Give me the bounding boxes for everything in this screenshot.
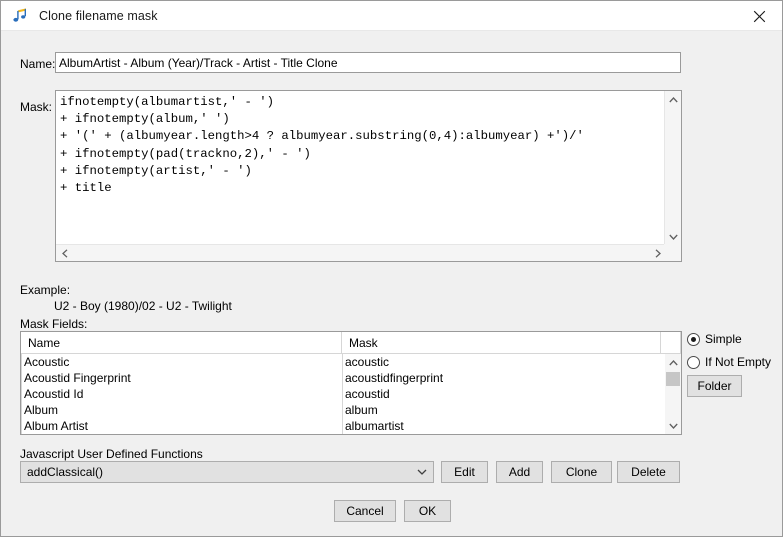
music-note-icon bbox=[12, 7, 30, 25]
cell-name: Album bbox=[21, 402, 342, 418]
udf-select[interactable]: addClassical() bbox=[20, 461, 434, 483]
mask-vertical-scrollbar[interactable] bbox=[664, 91, 681, 245]
ok-button[interactable]: OK bbox=[404, 500, 451, 522]
cancel-button[interactable]: Cancel bbox=[334, 500, 396, 522]
radio-if-not-empty[interactable]: If Not Empty bbox=[687, 355, 771, 369]
window-title: Clone filename mask bbox=[39, 8, 158, 23]
table-row[interactable]: Album Artist albumartist bbox=[21, 418, 665, 434]
cell-name: Acoustid Id bbox=[21, 386, 342, 402]
cell-mask: acoustid bbox=[342, 386, 662, 402]
column-header-mask[interactable]: Mask bbox=[342, 332, 661, 354]
scrollbar-corner bbox=[664, 244, 681, 261]
column-header-spacer bbox=[661, 332, 681, 354]
radio-simple[interactable]: Simple bbox=[687, 332, 742, 346]
table-row[interactable]: Album album bbox=[21, 402, 665, 418]
udf-label: Javascript User Defined Functions bbox=[20, 447, 203, 461]
radio-unselected-icon bbox=[687, 355, 700, 369]
table-row[interactable]: Acoustid Id acoustid bbox=[21, 386, 665, 402]
cell-mask: acoustidfingerprint bbox=[342, 370, 662, 386]
table-body: Acoustic acoustic Acoustid Fingerprint acou… bbox=[21, 354, 665, 434]
example-label: Example: bbox=[20, 283, 71, 297]
column-header-name[interactable]: Name bbox=[21, 332, 342, 354]
chevron-down-icon[interactable] bbox=[411, 462, 433, 482]
cell-name: Acoustid Fingerprint bbox=[21, 370, 342, 386]
table-row[interactable]: Acoustic acoustic bbox=[21, 354, 665, 370]
name-label: Name: bbox=[20, 57, 56, 71]
scroll-down-icon[interactable] bbox=[665, 228, 682, 245]
clone-button[interactable]: Clone bbox=[551, 461, 612, 483]
folder-button[interactable]: Folder bbox=[687, 375, 742, 397]
mask-fields-label: Mask Fields: bbox=[20, 317, 88, 331]
scroll-up-icon[interactable] bbox=[665, 91, 682, 108]
table-header: Name Mask bbox=[21, 332, 681, 354]
mask-label: Mask: bbox=[20, 100, 53, 114]
udf-selected-value: addClassical() bbox=[27, 465, 104, 479]
cell-mask: albumartist bbox=[342, 418, 662, 434]
cell-name: Album Artist bbox=[21, 418, 342, 434]
scroll-up-icon[interactable] bbox=[665, 354, 682, 371]
clone-filename-mask-dialog: Clone filename mask Name: Mask: ifnotemp… bbox=[0, 0, 783, 537]
scroll-down-icon[interactable] bbox=[665, 417, 682, 434]
radio-if-not-empty-label: If Not Empty bbox=[705, 355, 772, 369]
table-vertical-scrollbar[interactable] bbox=[665, 354, 681, 434]
radio-simple-label: Simple bbox=[705, 332, 742, 346]
cell-mask: album bbox=[342, 402, 662, 418]
cell-name: Acoustic bbox=[21, 354, 342, 370]
radio-selected-icon bbox=[687, 332, 700, 346]
title-bar: Clone filename mask bbox=[1, 1, 782, 31]
mask-text[interactable]: ifnotempty(albumartist,' - ') + ifnotemp… bbox=[56, 91, 653, 239]
close-icon[interactable] bbox=[737, 1, 782, 31]
mask-fields-table[interactable]: Name Mask Acoustic acoustic Acoustid Finge… bbox=[20, 331, 682, 435]
cell-mask: acoustic bbox=[342, 354, 662, 370]
delete-button[interactable]: Delete bbox=[617, 461, 680, 483]
name-input[interactable] bbox=[55, 52, 681, 73]
mask-editor[interactable]: ifnotempty(albumartist,' - ') + ifnotemp… bbox=[55, 90, 682, 262]
add-button[interactable]: Add bbox=[496, 461, 543, 483]
edit-button[interactable]: Edit bbox=[441, 461, 488, 483]
example-value: U2 - Boy (1980)/02 - U2 - Twilight bbox=[54, 299, 232, 313]
mask-horizontal-scrollbar[interactable] bbox=[56, 244, 666, 261]
table-row[interactable]: Acoustid Fingerprint acoustidfingerprint bbox=[21, 370, 665, 386]
scroll-left-icon[interactable] bbox=[56, 245, 73, 262]
scrollbar-thumb[interactable] bbox=[666, 372, 680, 386]
